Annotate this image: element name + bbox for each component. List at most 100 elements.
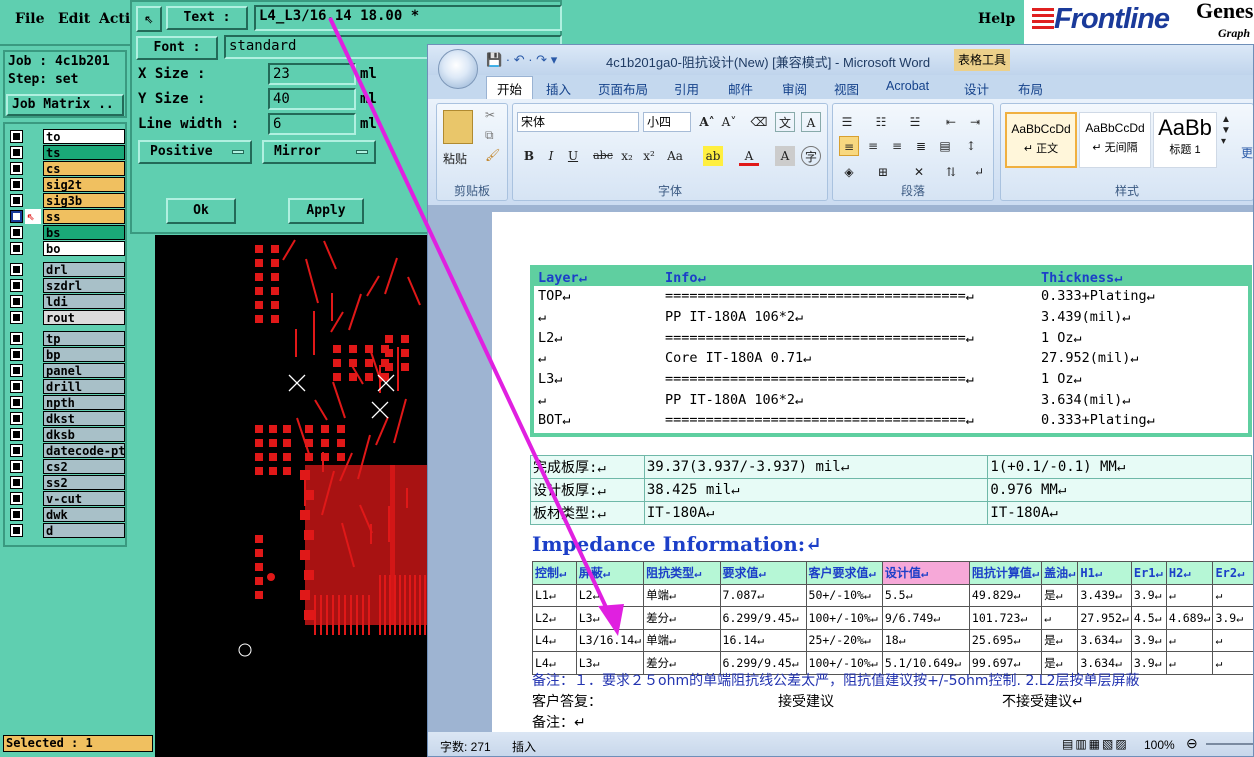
layer-name[interactable]: v-cut <box>43 491 125 506</box>
layer-checkbox[interactable] <box>10 178 23 191</box>
table-cell[interactable]: 板材类型:↵ <box>530 501 645 525</box>
phonetic-icon[interactable]: 文 <box>775 112 795 132</box>
layer-name[interactable]: ss <box>43 209 125 224</box>
layer-checkbox[interactable] <box>10 380 23 393</box>
shrink-font-icon[interactable]: A˅ <box>719 112 739 132</box>
bold-icon[interactable]: B <box>519 146 539 166</box>
y-size-input[interactable]: 40 <box>268 88 356 110</box>
quick-access-toolbar[interactable]: 💾 · ↶ · ↷ ▾ <box>486 52 557 68</box>
layer-name[interactable]: cs <box>43 161 125 176</box>
ribbon-tab-4[interactable]: 邮件 <box>728 79 753 98</box>
clear-format-icon[interactable]: ⌫ <box>749 112 769 132</box>
table-cell[interactable]: ↵ <box>1212 628 1253 652</box>
layer-checkbox[interactable] <box>10 162 23 175</box>
layer-row-drl[interactable]: drl <box>9 262 125 277</box>
copy-icon[interactable]: ⧉ <box>485 128 494 143</box>
table-cell[interactable]: IT-180A↵ <box>987 501 1252 525</box>
ribbon-tab-9[interactable]: 布局 <box>1018 79 1043 98</box>
increase-indent-icon[interactable]: ⇥ <box>965 112 985 132</box>
ribbon-tab-0[interactable]: 开始 <box>486 76 534 100</box>
table-cell[interactable]: 差分↵ <box>643 606 721 630</box>
ribbon-tab-5[interactable]: 审阅 <box>782 79 807 98</box>
text-button[interactable]: Text : <box>166 6 248 30</box>
layer-row-cs[interactable]: cs <box>9 161 125 176</box>
layer-row-rout[interactable]: rout <box>9 310 125 325</box>
layer-row-ts[interactable]: ts <box>9 145 125 160</box>
table-cell[interactable]: 49.829↵ <box>968 583 1043 607</box>
show-marks-icon[interactable]: ↵ <box>969 162 989 182</box>
table-cell[interactable]: 27.952↵ <box>1077 606 1132 630</box>
word-count[interactable]: 字数: 271 <box>440 738 491 755</box>
table-cell[interactable]: 1 Oz↵ <box>1037 369 1248 390</box>
subscript-icon[interactable]: x₂ <box>617 146 637 166</box>
layer-checkbox[interactable] <box>10 311 23 324</box>
table-cell[interactable]: Core IT-180A 0.71↵ <box>661 348 1037 369</box>
layer-row-d[interactable]: d <box>9 523 125 538</box>
layer-row-dkst[interactable]: dkst <box>9 411 125 426</box>
layer-checkbox[interactable] <box>10 428 23 441</box>
layer-checkbox[interactable] <box>10 130 23 143</box>
layer-row-ss[interactable]: ⇖ ss <box>9 209 125 224</box>
underline-icon[interactable]: U <box>563 146 583 166</box>
table-cell[interactable]: 0.333+Plating↵ <box>1037 286 1248 307</box>
accept-option[interactable]: 接受建议 <box>778 691 834 711</box>
font-size-select[interactable]: 小四 <box>643 112 691 132</box>
table-cell[interactable]: 3.439↵ <box>1077 583 1132 607</box>
table-cell[interactable]: ↵ <box>1165 583 1214 607</box>
table-cell[interactable]: 3.634↵ <box>1077 628 1132 652</box>
layer-row-sig2t[interactable]: sig2t <box>9 177 125 192</box>
ribbon-tab-8[interactable]: 设计 <box>964 79 989 98</box>
layer-row-cs2[interactable]: cs2 <box>9 459 125 474</box>
table-cell[interactable]: L3↵ <box>534 369 661 390</box>
layer-row-szdrl[interactable]: szdrl <box>9 278 125 293</box>
layer-checkbox[interactable] <box>10 492 23 505</box>
table-cell[interactable]: 25.695↵ <box>968 628 1043 652</box>
table-cell[interactable]: IT-180A↵ <box>643 501 989 525</box>
table-cell[interactable]: L2↵ <box>532 606 577 630</box>
asian-layout-icon[interactable]: ✕ <box>909 162 929 182</box>
layer-row-v-cut[interactable]: v-cut <box>9 491 125 506</box>
style-heading-1[interactable]: AaBb 标题 1 <box>1153 112 1217 168</box>
layer-checkbox[interactable] <box>10 242 23 255</box>
table-cell[interactable]: 0.333+Plating↵ <box>1037 410 1248 431</box>
table-cell[interactable]: =====================================↵ <box>661 286 1037 307</box>
table-cell[interactable]: =====================================↵ <box>661 369 1037 390</box>
table-cell[interactable]: PP IT-180A 106*2↵ <box>661 307 1037 328</box>
table-cell[interactable]: ↵ <box>1212 583 1253 607</box>
layer-name[interactable]: drill <box>43 379 125 394</box>
table-cell[interactable]: ↵ <box>1041 606 1079 630</box>
superscript-icon[interactable]: x² <box>639 146 659 166</box>
shading-icon[interactable]: ◈ <box>839 162 859 182</box>
table-cell[interactable]: 4.689↵ <box>1165 606 1214 630</box>
table-cell[interactable]: 9/6.749↵ <box>881 606 970 630</box>
layer-checkbox[interactable] <box>10 476 23 489</box>
table-cell[interactable]: 39.37(3.937/-3.937) mil↵ <box>643 455 989 479</box>
layer-name[interactable]: dkst <box>43 411 125 426</box>
ribbon-tab-7[interactable]: Acrobat <box>886 79 929 93</box>
layer-name[interactable]: sig3b <box>43 193 125 208</box>
format-painter-icon[interactable]: 🖌 <box>485 148 500 162</box>
layer-name[interactable]: drl <box>43 262 125 277</box>
layer-checkbox[interactable] <box>10 508 23 521</box>
layer-row-sig3b[interactable]: sig3b <box>9 193 125 208</box>
layer-row-drill[interactable]: drill <box>9 379 125 394</box>
decrease-indent-icon[interactable]: ⇤ <box>941 112 961 132</box>
menu-help[interactable]: Help <box>978 11 1015 27</box>
table-cell[interactable]: 101.723↵ <box>968 606 1043 630</box>
table-cell[interactable]: 1 Oz↵ <box>1037 327 1248 348</box>
table-cell[interactable]: ↵ <box>1212 651 1253 675</box>
layer-name[interactable]: panel <box>43 363 125 378</box>
font-color-icon[interactable]: A <box>739 146 759 166</box>
table-cell[interactable]: 单端↵ <box>643 583 721 607</box>
layer-checkbox[interactable] <box>10 146 23 159</box>
table-cell[interactable]: L2↵ <box>534 327 661 348</box>
strikethrough-icon[interactable]: abc <box>593 146 613 166</box>
char-border-icon[interactable]: A <box>801 112 821 132</box>
layer-name[interactable]: ss2 <box>43 475 125 490</box>
table-cell[interactable]: 6.299/9.45↵ <box>719 606 807 630</box>
layer-row-panel[interactable]: panel <box>9 363 125 378</box>
table-cell[interactable]: L1↵ <box>532 583 577 607</box>
layer-name[interactable]: rout <box>43 310 125 325</box>
char-shading-icon[interactable]: A <box>775 146 795 166</box>
table-cell[interactable]: ↵ <box>534 348 661 369</box>
